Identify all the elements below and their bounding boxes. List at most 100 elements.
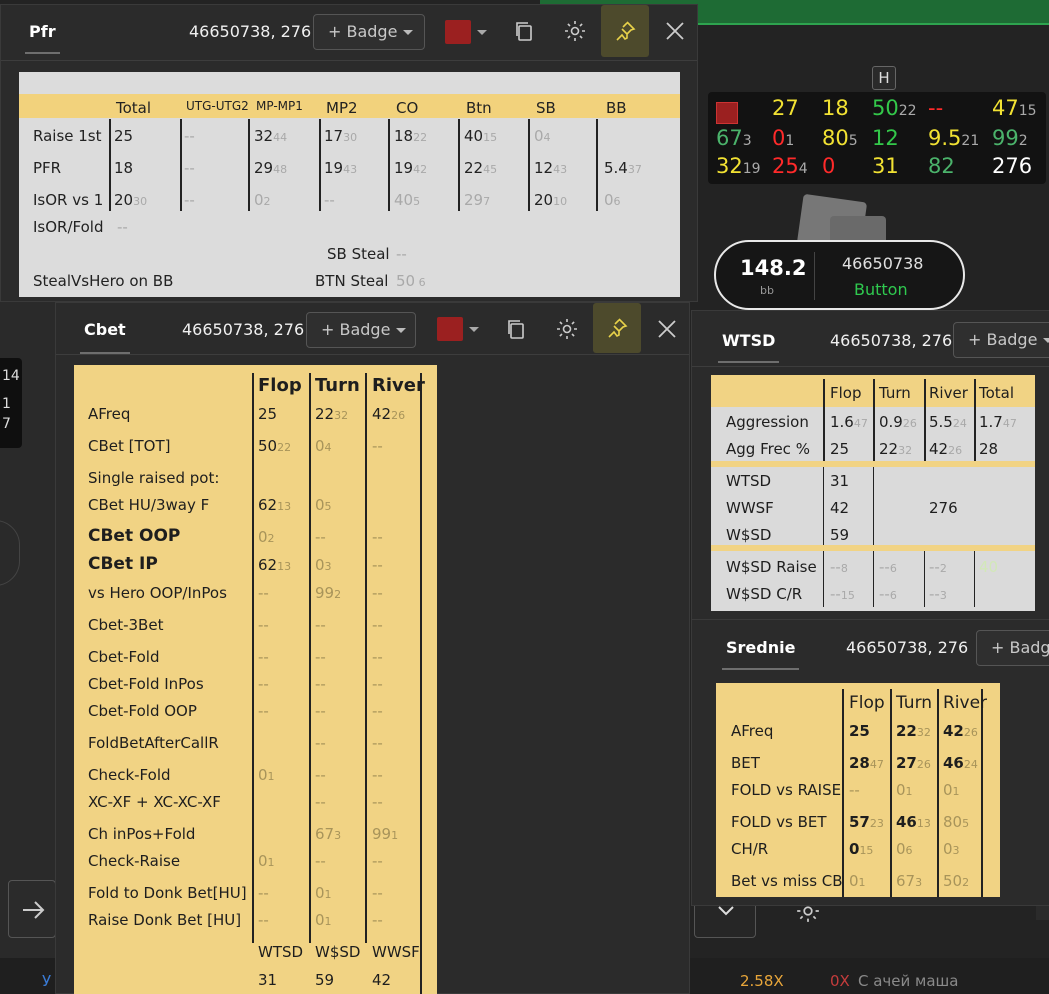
stat-value: -- bbox=[315, 852, 326, 870]
srednie-panel[interactable]: Srednie 46650738, 276 + Badge Flop Turn Ri… bbox=[691, 620, 1049, 906]
footer-value: 31 bbox=[258, 971, 278, 989]
stat-number: 0 bbox=[254, 191, 264, 209]
stat-value: 2245 bbox=[464, 159, 497, 177]
stat-value: 1730 bbox=[324, 127, 357, 145]
stat-sample: 26 bbox=[391, 409, 406, 422]
stat-number: 0 bbox=[315, 556, 325, 574]
row-label: Raise 1st bbox=[33, 127, 102, 145]
stat-number: 32 bbox=[254, 127, 274, 145]
player-seat[interactable]: 148.2 bb 46650738 Button bbox=[714, 240, 965, 310]
badge-dropdown[interactable]: + Badge bbox=[313, 14, 425, 50]
player-hud[interactable]: 27 18 5022 -- 4715 673 01 805 12 9.521 992 3219 254 0… bbox=[708, 92, 1046, 184]
stat-sample: 24 bbox=[963, 758, 978, 771]
divider bbox=[981, 689, 983, 897]
stat-number: 0 bbox=[315, 496, 325, 514]
cbet-panel[interactable]: Cbet 46650738, 276 + Badge Flop Turn River… bbox=[55, 302, 690, 994]
stat-value: -- bbox=[372, 528, 383, 546]
stat-sample: 1 bbox=[324, 888, 332, 901]
stat-number: 67 bbox=[315, 825, 335, 843]
stat-number: 22 bbox=[464, 159, 484, 177]
color-swatch[interactable] bbox=[445, 20, 471, 44]
stat-value: 3244 bbox=[254, 127, 287, 145]
chevron-down-icon[interactable] bbox=[477, 30, 487, 35]
pin-icon[interactable] bbox=[593, 303, 641, 353]
stat-value: 1.747 bbox=[979, 413, 1017, 431]
column-header: UTG-UTG2 bbox=[186, 99, 249, 113]
stat-number: 0 bbox=[604, 191, 614, 209]
close-icon[interactable] bbox=[647, 309, 687, 349]
badge-dropdown[interactable]: + Badge bbox=[976, 630, 1049, 666]
stat-number: 62 bbox=[258, 496, 278, 514]
row-label: CBet OOP bbox=[88, 526, 181, 546]
tab-wtsd[interactable]: WTSD bbox=[718, 331, 780, 363]
row-label: PFR bbox=[33, 159, 62, 177]
tab-cbet[interactable]: Cbet bbox=[80, 320, 130, 354]
stat-value: 31 bbox=[830, 472, 850, 490]
seat-player-id: 46650738 bbox=[842, 254, 924, 273]
badge-dropdown[interactable]: + Badge bbox=[953, 322, 1049, 358]
gear-icon[interactable] bbox=[555, 11, 595, 51]
stat-sample: 1 bbox=[391, 829, 399, 842]
stat-number: -- bbox=[258, 884, 269, 902]
stat-sample: 4 bbox=[543, 131, 551, 144]
footer-value: 59 bbox=[315, 971, 335, 989]
player-id: 46650738, 276 bbox=[846, 638, 969, 657]
chevron-down-icon[interactable] bbox=[469, 327, 479, 332]
stat-value: 5.524 bbox=[929, 413, 967, 431]
stat-number: 46 bbox=[896, 813, 917, 831]
stat-value: 4226 bbox=[929, 440, 962, 458]
stat-number: -- bbox=[315, 734, 326, 752]
copy-icon[interactable] bbox=[504, 11, 544, 51]
bottom-text: 2.58X bbox=[740, 972, 784, 990]
hud-sample: 2 bbox=[1018, 133, 1028, 149]
copy-icon[interactable] bbox=[496, 309, 536, 349]
stat-value: -- bbox=[258, 884, 269, 902]
stat-value: 18 bbox=[114, 159, 133, 177]
divider bbox=[823, 467, 824, 545]
hud-stat: 31 bbox=[872, 154, 899, 178]
stat-value: 2232 bbox=[879, 440, 912, 458]
gear-icon[interactable] bbox=[547, 309, 587, 349]
stat-number: 0 bbox=[315, 437, 325, 455]
stat-number: 99 bbox=[372, 825, 392, 843]
wtsd-panel[interactable]: WTSD 46650738, 276 + Badge Flop Turn River… bbox=[691, 310, 1049, 620]
tab-pfr[interactable]: Pfr bbox=[25, 22, 60, 54]
close-icon[interactable] bbox=[655, 11, 695, 51]
color-swatch[interactable] bbox=[437, 317, 463, 341]
divider bbox=[248, 119, 250, 211]
pfr-panel[interactable]: Pfr 46650738, 276 + Badge Total UTG-UTG2 M… bbox=[0, 4, 698, 302]
stat-number: 18 bbox=[114, 159, 134, 177]
row-label: CBet HU/3way F bbox=[88, 496, 210, 514]
tab-srednie[interactable]: Srednie bbox=[722, 638, 800, 670]
hud-toggle-icon[interactable]: H bbox=[872, 66, 896, 90]
divider bbox=[974, 551, 975, 607]
arrow-button[interactable] bbox=[8, 880, 56, 938]
row-label: WWSF bbox=[726, 499, 774, 517]
stat-sample: 47 bbox=[1002, 417, 1017, 430]
stat-number: 42 bbox=[372, 405, 392, 423]
column-header: Total bbox=[979, 384, 1015, 402]
stat-number: 5.5 bbox=[929, 413, 953, 431]
hud-stat: 0 bbox=[822, 154, 835, 178]
stat-number: -- bbox=[324, 191, 335, 209]
stat-number: 62 bbox=[258, 556, 278, 574]
row-label: Cbet-Fold bbox=[88, 648, 160, 666]
stat-number: 80 bbox=[943, 813, 963, 831]
column-header: Total bbox=[116, 99, 152, 117]
stat-number: -- bbox=[372, 884, 383, 902]
stat-value: -- bbox=[258, 584, 269, 602]
pin-icon[interactable] bbox=[601, 5, 649, 57]
row-label: WTSD bbox=[726, 472, 772, 490]
hud-sample: 4 bbox=[798, 161, 808, 177]
hud-value: 80 bbox=[822, 126, 849, 150]
hud-value: 25 bbox=[772, 154, 799, 178]
bottom-text: 0X bbox=[830, 972, 850, 990]
stat-sample: 6 bbox=[415, 276, 426, 289]
stat-sample: 10 bbox=[553, 195, 568, 208]
badge-dropdown[interactable]: + Badge bbox=[306, 312, 416, 348]
hud-stat: 805 bbox=[822, 126, 858, 150]
row-label: FOLD vs BET bbox=[731, 813, 827, 831]
stat-number: -- bbox=[929, 558, 940, 576]
stat-number: 12 bbox=[534, 159, 554, 177]
stat-number: -- bbox=[372, 734, 383, 752]
